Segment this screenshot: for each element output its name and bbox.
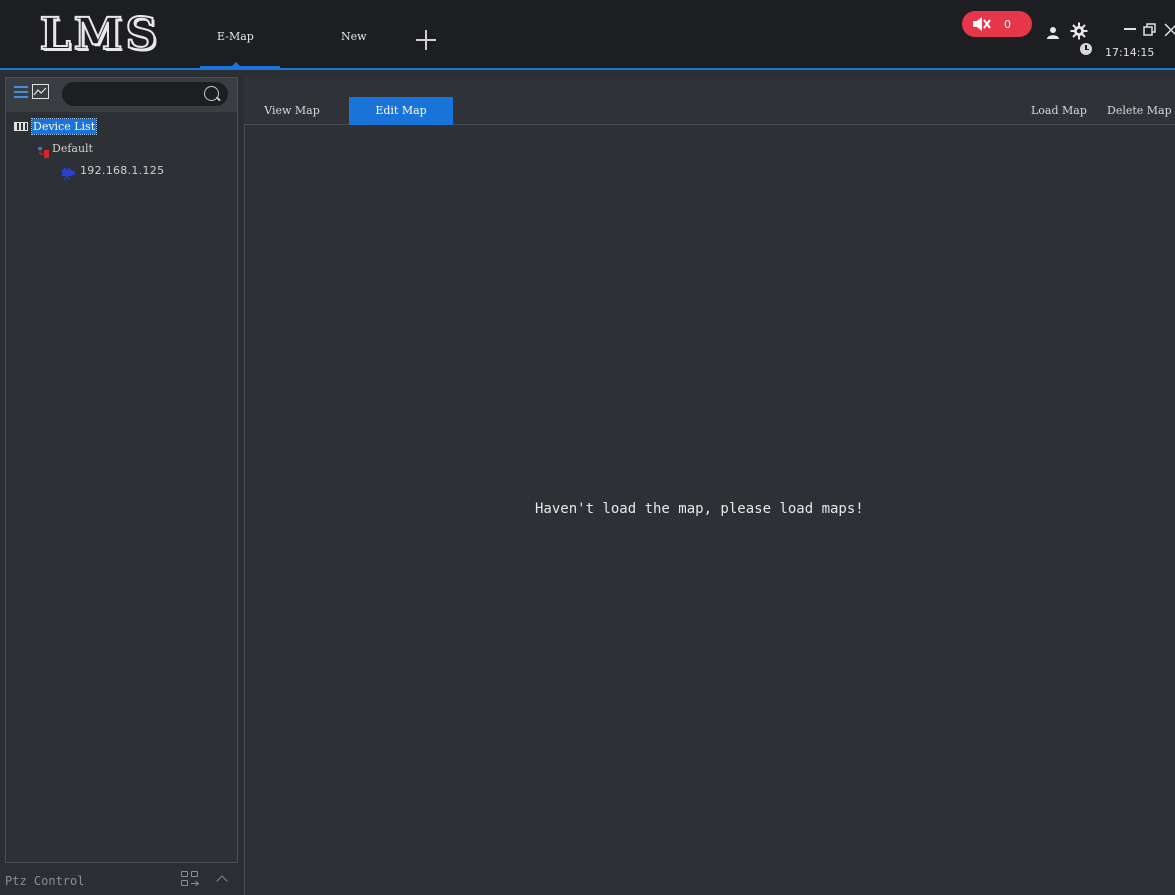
minimize-icon[interactable] (1124, 28, 1136, 30)
load-map-button[interactable]: Load Map (1031, 97, 1087, 125)
clock-time: 17:14:15 (1105, 46, 1155, 59)
device-panel-toolbar (6, 78, 237, 112)
chevron-up-icon[interactable] (216, 875, 228, 887)
ptz-control-bar: Ptz Control (5, 864, 238, 895)
view-map-button[interactable]: View Map (244, 97, 340, 125)
map-view-icon[interactable] (32, 84, 49, 99)
edit-map-button[interactable]: Edit Map (349, 97, 453, 125)
list-view-icon[interactable] (14, 86, 28, 99)
gear-icon[interactable] (1070, 22, 1088, 40)
mute-speaker-icon (970, 13, 992, 35)
tree-item-device[interactable]: 192.168.1.125 (62, 164, 165, 180)
plus-icon[interactable] (416, 30, 436, 50)
tree-item-label: Device List (30, 117, 98, 135)
clock-icon (1080, 43, 1092, 55)
group-icon (38, 143, 49, 158)
device-list-icon (14, 121, 28, 131)
search-icon[interactable] (204, 86, 219, 101)
map-panel: View Map Edit Map Load Map Delete Map Ha… (244, 77, 1175, 895)
search-box (62, 82, 228, 106)
restore-icon[interactable] (1143, 22, 1157, 36)
app-logo-text: LMS (39, 8, 161, 61)
tree-item-label: Default (52, 142, 93, 155)
close-icon[interactable] (1164, 22, 1175, 36)
alarm-button[interactable]: 0 (962, 11, 1032, 37)
tab-new[interactable]: New (341, 30, 367, 43)
ptz-control-label[interactable]: Ptz Control (5, 874, 84, 888)
title-bar-underline (0, 68, 1175, 70)
alarm-count: 0 (1004, 17, 1011, 31)
delete-map-button[interactable]: Delete Map (1107, 97, 1172, 125)
camera-icon (62, 165, 75, 180)
tree-item-default-group[interactable]: Default (38, 142, 93, 158)
title-bar: LMS E-Map New 0 17:14:15 (0, 0, 1175, 70)
map-canvas[interactable]: Haven't load the map, please load maps! (244, 125, 1175, 895)
active-tab-caret (231, 62, 241, 67)
user-icon[interactable] (1046, 25, 1060, 39)
ptz-layout-icon[interactable] (181, 871, 201, 889)
device-panel: Device List Default 192.168.1.125 (5, 77, 238, 863)
empty-map-message: Haven't load the map, please load maps! (535, 501, 864, 517)
search-input[interactable] (74, 85, 194, 103)
tree-item-device-list[interactable]: Device List (14, 117, 98, 135)
tree-item-label: 192.168.1.125 (80, 164, 165, 177)
app-logo: LMS (30, 6, 170, 62)
map-toolbar: View Map Edit Map Load Map Delete Map (244, 77, 1175, 125)
tab-e-map[interactable]: E-Map (217, 30, 254, 43)
